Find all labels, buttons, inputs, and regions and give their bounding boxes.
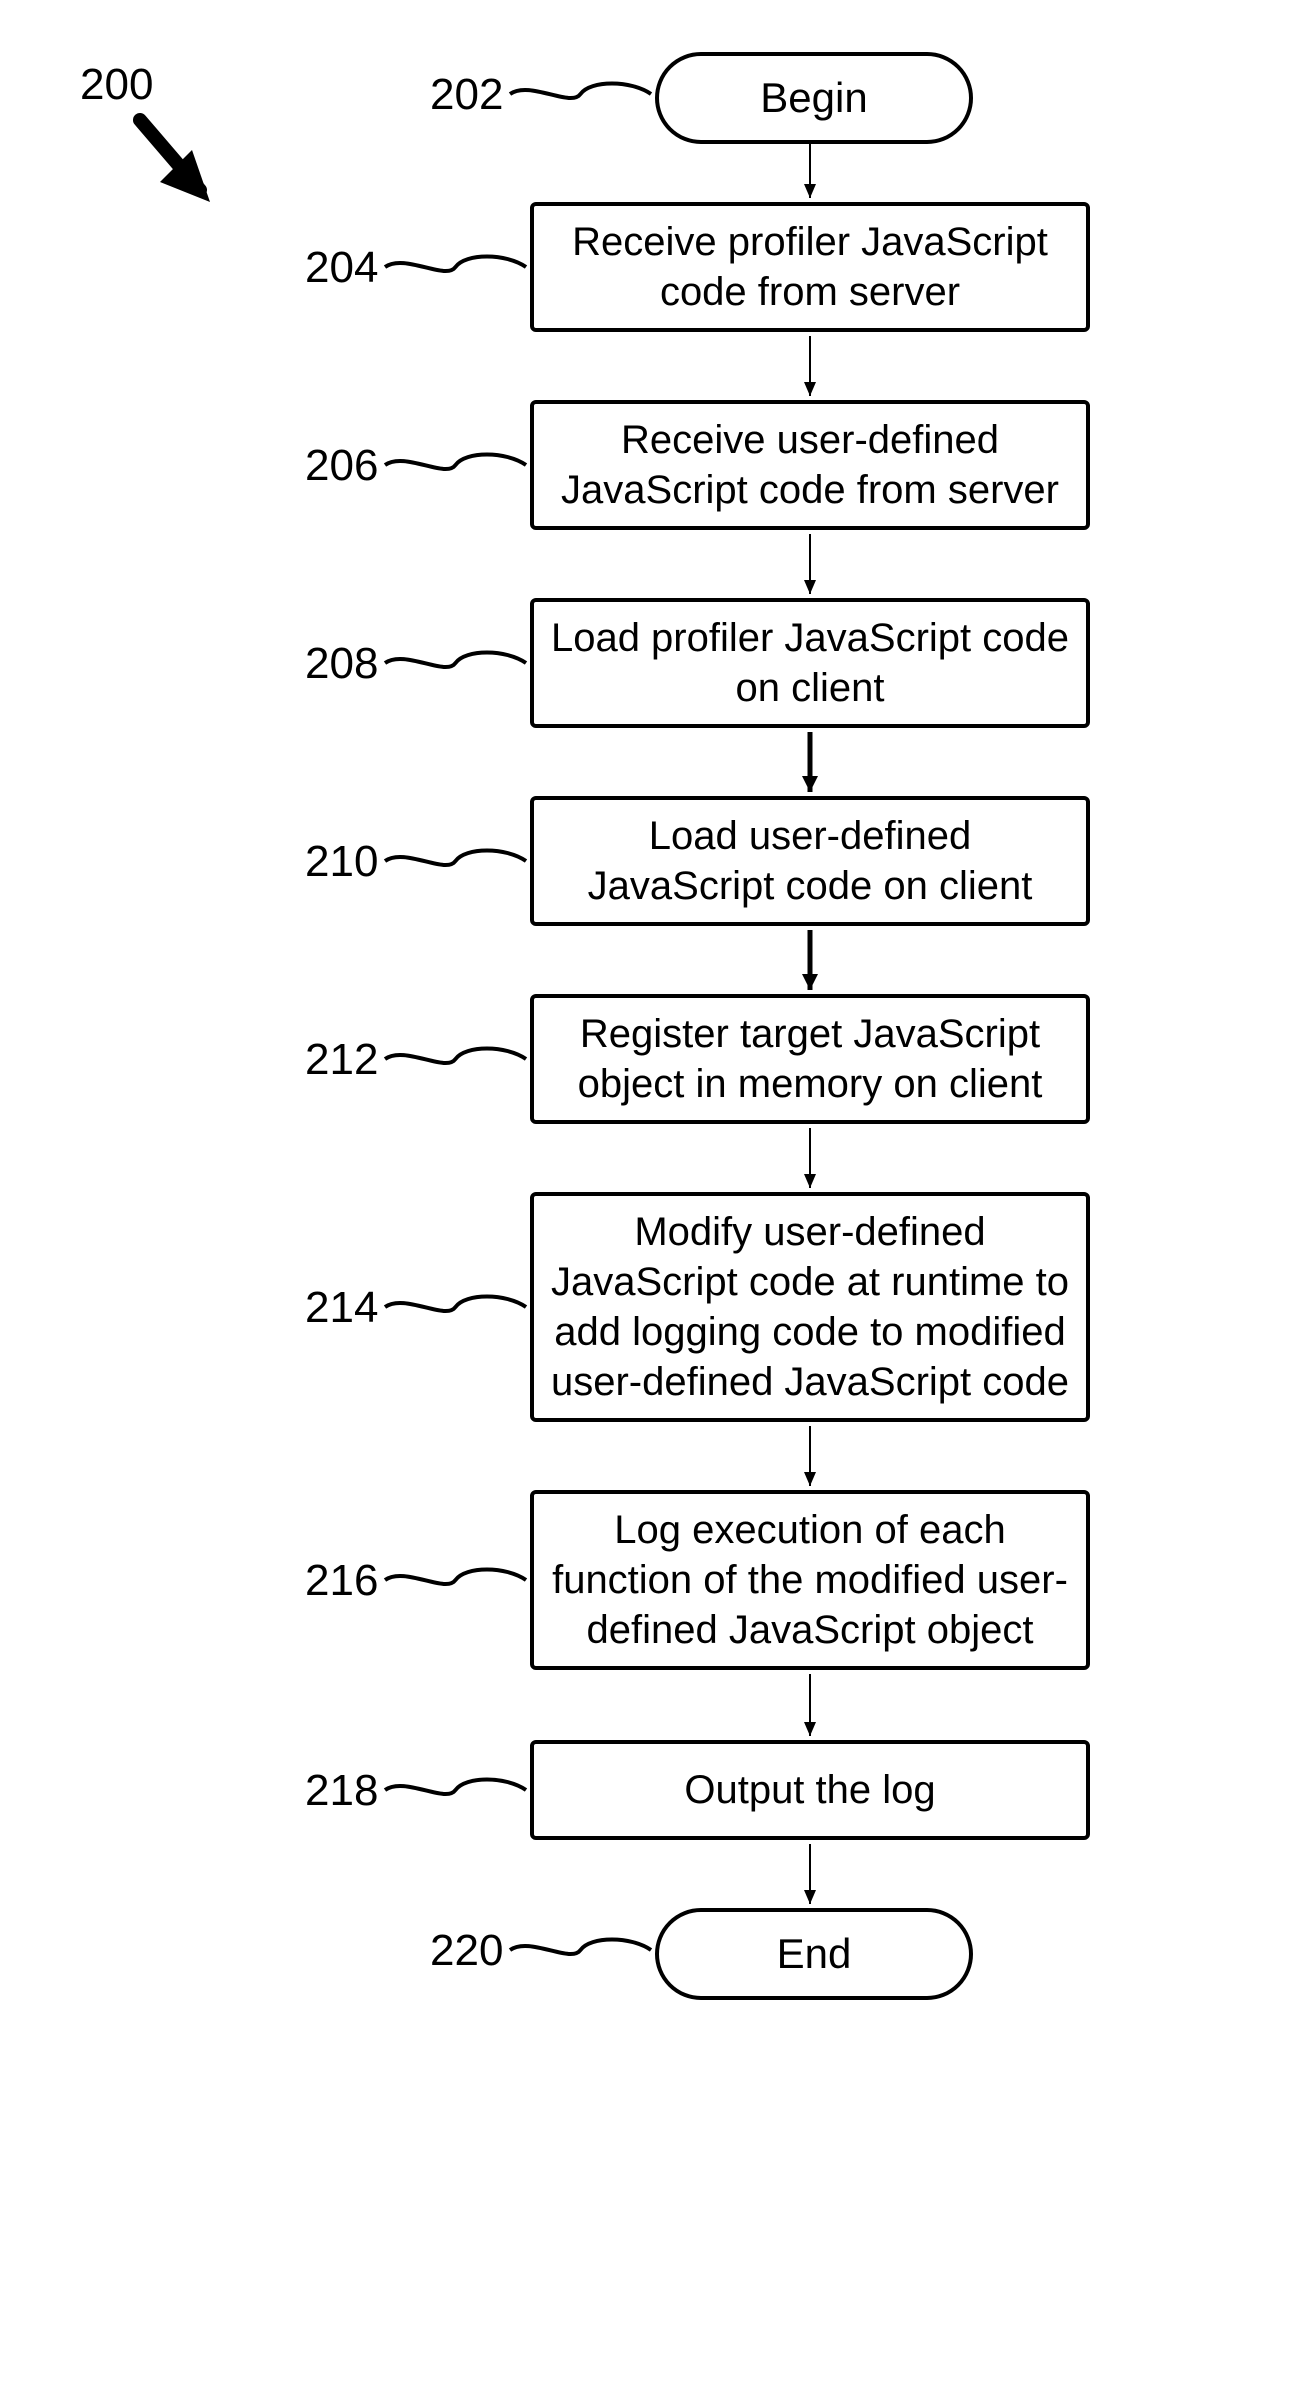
process-n212: Register target JavaScript object in mem… (530, 994, 1090, 1124)
ref-label-218: 218 (305, 1766, 378, 1816)
ref-connector-210 (385, 851, 526, 866)
ref-connector-204 (385, 257, 526, 272)
ref-label-212: 212 (305, 1035, 378, 1085)
ref-connector-206 (385, 455, 526, 470)
node-text: End (777, 1930, 852, 1978)
process-n210: Load user-defined JavaScript code on cli… (530, 796, 1090, 926)
overall-ref-label: 200 (80, 60, 153, 110)
ref-connector-220 (510, 1940, 651, 1955)
ref-connector-214 (385, 1297, 526, 1312)
process-n216: Log execution of each function of the mo… (530, 1490, 1090, 1670)
ref-connector-212 (385, 1049, 526, 1064)
process-n204: Receive profiler JavaScript code from se… (530, 202, 1090, 332)
node-text: Load profiler JavaScript code on client (550, 613, 1070, 713)
node-text: Receive profiler JavaScript code from se… (550, 217, 1070, 317)
process-n214: Modify user-defined JavaScript code at r… (530, 1192, 1090, 1422)
flowchart-canvas: 200 Begin 202 Receive profiler JavaScript … (0, 0, 1302, 2407)
node-text: Modify user-defined JavaScript code at r… (550, 1207, 1070, 1407)
node-text: Load user-defined JavaScript code on cli… (550, 811, 1070, 911)
node-text: Log execution of each function of the mo… (550, 1505, 1070, 1655)
node-text: Output the log (684, 1765, 935, 1815)
ref-connector-202 (510, 84, 651, 99)
ref-label-206: 206 (305, 441, 378, 491)
ref-connector-208 (385, 653, 526, 668)
process-n208: Load profiler JavaScript code on client (530, 598, 1090, 728)
ref-connector-216 (385, 1570, 526, 1585)
node-text: Begin (760, 74, 867, 122)
overall-ref-arrow-icon (140, 120, 225, 202)
terminator-n220: End (655, 1908, 973, 2000)
ref-label-210: 210 (305, 837, 378, 887)
node-text: Receive user-defined JavaScript code fro… (550, 415, 1070, 515)
ref-label-214: 214 (305, 1283, 378, 1333)
ref-label-204: 204 (305, 243, 378, 293)
ref-label-220: 220 (430, 1926, 503, 1976)
ref-label-216: 216 (305, 1556, 378, 1606)
node-text: Register target JavaScript object in mem… (550, 1009, 1070, 1109)
terminator-n202: Begin (655, 52, 973, 144)
process-n206: Receive user-defined JavaScript code fro… (530, 400, 1090, 530)
ref-connector-218 (385, 1780, 526, 1795)
process-n218: Output the log (530, 1740, 1090, 1840)
ref-label-202: 202 (430, 70, 503, 120)
ref-label-208: 208 (305, 639, 378, 689)
